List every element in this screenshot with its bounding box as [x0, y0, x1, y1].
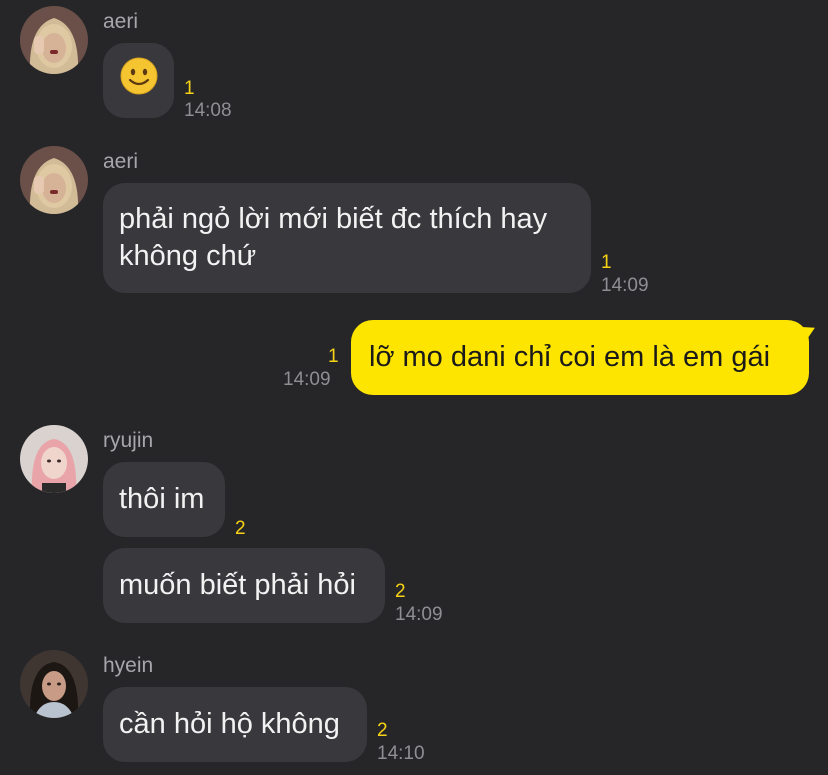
message-time: 14:09 [395, 604, 443, 625]
unread-count: 2 [235, 518, 246, 539]
my-message-bubble[interactable]: lỡ mo dani chỉ coi em là em gái [351, 320, 819, 395]
sender-name: ryujin [103, 429, 154, 452]
bubble-tail [799, 322, 819, 342]
avatar-aeri[interactable] [20, 146, 88, 214]
avatar-aeri[interactable] [20, 6, 88, 74]
message-bubble[interactable]: thôi im [103, 462, 225, 537]
message-bubble[interactable]: 🙂 [103, 43, 174, 118]
unread-count: 2 [395, 581, 406, 602]
unread-count: 1 [328, 346, 339, 367]
message-time: 14:10 [377, 743, 425, 764]
message-bubble[interactable]: phải ngỏ lời mới biết đc thích hay không… [103, 183, 591, 293]
avatar-hyein[interactable] [20, 650, 88, 718]
sender-name: hyein [103, 654, 154, 677]
unread-count: 1 [601, 252, 612, 273]
sender-name: aeri [103, 10, 139, 33]
message-time: 14:09 [283, 369, 331, 390]
smile-emoji-icon [120, 57, 158, 105]
my-message-text: lỡ mo dani chỉ coi em là em gái [369, 341, 771, 373]
message-bubble[interactable]: muốn biết phải hỏi [103, 548, 385, 623]
unread-count: 2 [377, 720, 388, 741]
avatar-ryujin[interactable] [20, 425, 88, 493]
message-time: 14:08 [184, 100, 232, 121]
message-time: 14:09 [601, 275, 649, 296]
sender-name: aeri [103, 150, 139, 173]
unread-count: 1 [184, 78, 195, 99]
message-bubble[interactable]: cần hỏi hộ không [103, 687, 367, 762]
